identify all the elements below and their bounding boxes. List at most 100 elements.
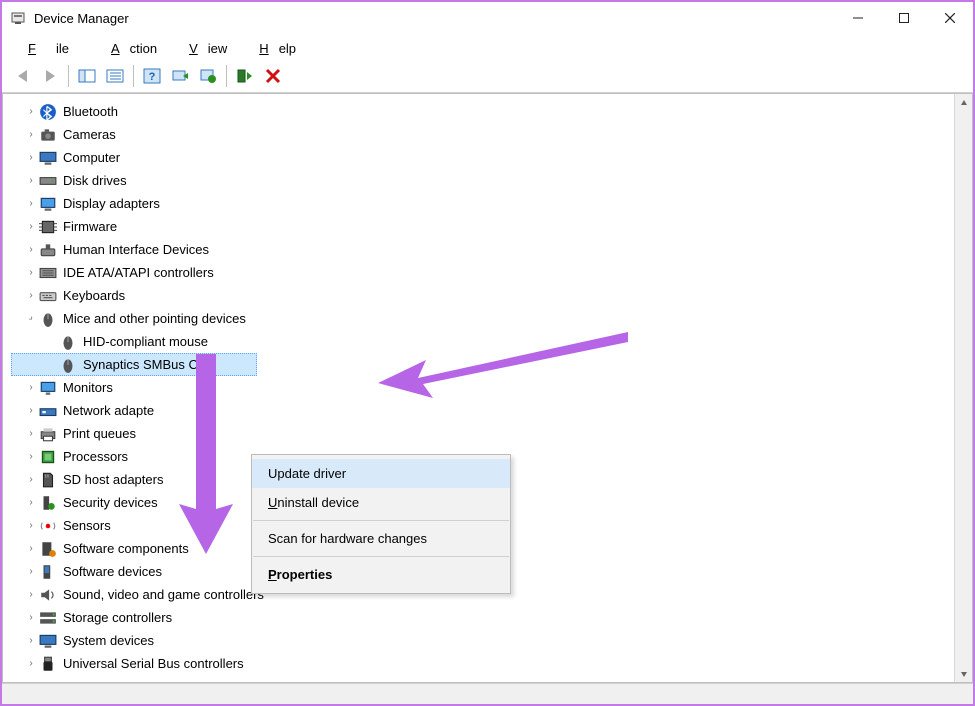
chevron-right-icon[interactable]: › xyxy=(25,221,37,232)
tree-item-firmware[interactable]: › Firmware xyxy=(11,215,954,238)
tree-item-keyboards[interactable]: › Keyboards xyxy=(11,284,954,307)
back-button[interactable] xyxy=(9,64,35,88)
camera-icon xyxy=(39,127,57,143)
tree-label: Bluetooth xyxy=(63,104,118,119)
menubar: File Action View Help xyxy=(2,35,973,62)
tree-item-print-queues[interactable]: › Print queues xyxy=(11,422,954,445)
context-menu-scan-hardware[interactable]: Scan for hardware changes xyxy=(252,524,510,553)
chevron-right-icon[interactable]: › xyxy=(25,635,37,646)
tree-label: Display adapters xyxy=(63,196,160,211)
tree-item-system[interactable]: › System devices xyxy=(11,629,954,652)
context-menu-uninstall-device[interactable]: Uninstall device xyxy=(252,488,510,517)
chevron-right-icon[interactable]: › xyxy=(25,589,37,600)
tree-item-hid[interactable]: › Human Interface Devices xyxy=(11,238,954,261)
close-button[interactable] xyxy=(927,3,973,33)
computer-icon xyxy=(39,150,57,166)
chevron-down-icon[interactable]: › xyxy=(23,310,39,326)
app-icon xyxy=(10,10,26,26)
chevron-right-icon[interactable]: › xyxy=(25,543,37,554)
scroll-up-button[interactable] xyxy=(955,94,972,111)
tree-label: SD host adapters xyxy=(63,472,163,487)
menu-view[interactable]: View xyxy=(169,37,237,60)
context-menu: Update driver Uninstall device Scan for … xyxy=(251,454,511,594)
uninstall-device-button[interactable] xyxy=(232,64,258,88)
menu-action[interactable]: Action xyxy=(91,37,167,60)
svg-text:?: ? xyxy=(149,71,156,83)
chevron-right-icon[interactable]: › xyxy=(25,428,37,439)
tree-item-cameras[interactable]: › Cameras xyxy=(11,123,954,146)
device-manager-window: Device Manager File Action View Help ? xyxy=(0,0,975,706)
tree-item-bluetooth[interactable]: › Bluetooth xyxy=(11,100,954,123)
chevron-right-icon[interactable]: › xyxy=(25,198,37,209)
chevron-right-icon[interactable]: › xyxy=(25,474,37,485)
network-adapter-icon xyxy=(39,403,57,419)
printer-icon xyxy=(39,426,57,442)
storage-controller-icon xyxy=(39,610,57,626)
chevron-right-icon[interactable]: › xyxy=(25,566,37,577)
chevron-right-icon[interactable]: › xyxy=(25,152,37,163)
toolbar-separator xyxy=(133,65,134,87)
tree-label: Cameras xyxy=(63,127,116,142)
menu-help[interactable]: Help xyxy=(239,37,306,60)
tree-item-disk-drives[interactable]: › Disk drives xyxy=(11,169,954,192)
tree-label: Network adapte xyxy=(63,403,154,418)
tree-item-display-adapters[interactable]: › Display adapters xyxy=(11,192,954,215)
minimize-button[interactable] xyxy=(835,3,881,33)
window-buttons xyxy=(835,3,973,33)
tree-item-ide[interactable]: › IDE ATA/ATAPI controllers xyxy=(11,261,954,284)
tree-label: Computer xyxy=(63,150,120,165)
chevron-right-icon[interactable]: › xyxy=(25,290,37,301)
chevron-right-icon[interactable]: › xyxy=(25,405,37,416)
context-menu-separator xyxy=(253,520,509,521)
help-button[interactable]: ? xyxy=(139,64,165,88)
tree-item-mice[interactable]: › Mice and other pointing devices xyxy=(11,307,954,330)
tree-item-hid-mouse[interactable]: HID-compliant mouse xyxy=(11,330,954,353)
tree-item-synaptics-smbus[interactable]: Synaptics SMBus C xyxy=(11,353,257,376)
tree-label: Human Interface Devices xyxy=(63,242,209,257)
context-menu-update-driver[interactable]: Update driver xyxy=(252,459,510,488)
chevron-right-icon[interactable]: › xyxy=(25,520,37,531)
chevron-right-icon[interactable]: › xyxy=(25,658,37,669)
disable-device-button[interactable] xyxy=(260,64,286,88)
chevron-right-icon[interactable]: › xyxy=(25,451,37,462)
scroll-down-button[interactable] xyxy=(955,665,972,682)
chevron-right-icon[interactable]: › xyxy=(25,129,37,140)
chevron-right-icon[interactable]: › xyxy=(25,497,37,508)
display-adapter-icon xyxy=(39,196,57,212)
statusbar xyxy=(2,683,973,704)
show-hide-tree-button[interactable] xyxy=(74,64,100,88)
tree-item-computer[interactable]: › Computer xyxy=(11,146,954,169)
tree-label: Print queues xyxy=(63,426,136,441)
scan-hardware-button[interactable] xyxy=(167,64,193,88)
view-all-button[interactable] xyxy=(102,64,128,88)
chevron-right-icon[interactable]: › xyxy=(25,244,37,255)
menu-file[interactable]: File xyxy=(8,37,89,60)
tree-item-monitors[interactable]: › Monitors xyxy=(11,376,954,399)
chevron-right-icon[interactable]: › xyxy=(25,175,37,186)
update-driver-button[interactable] xyxy=(195,64,221,88)
software-device-icon xyxy=(39,564,57,580)
tree-item-storage[interactable]: › Storage controllers xyxy=(11,606,954,629)
toolbar: ? xyxy=(2,62,973,93)
chevron-right-icon[interactable]: › xyxy=(25,612,37,623)
chevron-right-icon[interactable]: › xyxy=(25,106,37,117)
context-menu-properties[interactable]: Properties xyxy=(252,560,510,589)
vertical-scrollbar[interactable] xyxy=(954,94,972,682)
disk-drive-icon xyxy=(39,173,57,189)
toolbar-separator xyxy=(226,65,227,87)
maximize-button[interactable] xyxy=(881,3,927,33)
processor-icon xyxy=(39,449,57,465)
chevron-right-icon[interactable]: › xyxy=(25,382,37,393)
tree-item-network-adapters[interactable]: › Network adapte xyxy=(11,399,954,422)
chevron-right-icon[interactable]: › xyxy=(25,267,37,278)
tree-label: Sensors xyxy=(63,518,111,533)
tree-label: Security devices xyxy=(63,495,158,510)
tree-item-usb[interactable]: › Universal Serial Bus controllers xyxy=(11,652,954,675)
tree-label: Firmware xyxy=(63,219,117,234)
mouse-icon xyxy=(59,334,77,350)
forward-button[interactable] xyxy=(37,64,63,88)
tree-label: Monitors xyxy=(63,380,113,395)
security-device-icon xyxy=(39,495,57,511)
firmware-icon xyxy=(39,219,57,235)
sound-icon xyxy=(39,587,57,603)
